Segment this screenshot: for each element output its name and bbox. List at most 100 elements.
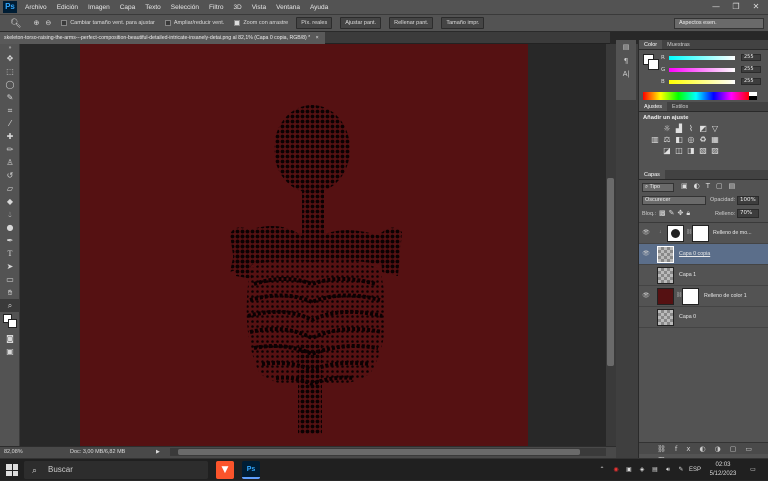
- curves-icon[interactable]: ⌇: [685, 123, 697, 134]
- healing-tool-icon[interactable]: ✚: [0, 130, 20, 143]
- layer-name[interactable]: Capa 0 copia: [679, 251, 710, 257]
- screen-mode-icon[interactable]: ▣: [0, 345, 20, 358]
- resize-windows-option[interactable]: Cambiar tamaño vent. para ajustar: [61, 20, 155, 26]
- workspace-select[interactable]: Aspectos esen.: [674, 18, 764, 29]
- canvas-area[interactable]: [20, 44, 606, 446]
- photo-filter-icon[interactable]: ◎: [685, 134, 697, 145]
- layer-row[interactable]: 👁︎ ⛓ Relleno de color 1: [639, 286, 768, 307]
- app-tray-icon[interactable]: ◉: [610, 459, 622, 481]
- eye-icon[interactable]: 👁︎: [641, 249, 651, 259]
- status-menu-icon[interactable]: ▶: [156, 447, 160, 458]
- menu-edicion[interactable]: Edición: [52, 4, 83, 11]
- lasso-tool-icon[interactable]: ◯: [0, 78, 20, 91]
- pen-tool-icon[interactable]: ✒: [0, 234, 20, 247]
- layer-row[interactable]: Capa 1: [639, 265, 768, 286]
- tab-swatches[interactable]: Muestras: [662, 40, 695, 49]
- collapse-toolbox-icon[interactable]: »: [0, 44, 20, 52]
- layer-name[interactable]: Capa 1: [679, 272, 696, 278]
- stamp-tool-icon[interactable]: ♙: [0, 156, 20, 169]
- posterize-icon[interactable]: ◫: [673, 145, 685, 156]
- dodge-tool-icon[interactable]: ●: [0, 221, 20, 234]
- network-icon[interactable]: ▤: [649, 459, 661, 481]
- vertical-scrollbar[interactable]: [606, 44, 616, 446]
- document-canvas[interactable]: [80, 44, 528, 446]
- tray-app2-icon[interactable]: ◈: [636, 459, 648, 481]
- quick-select-tool-icon[interactable]: ✎: [0, 91, 20, 104]
- tab-adjustments[interactable]: Ajustes: [639, 102, 668, 111]
- character-panel-icon[interactable]: A|: [616, 68, 636, 82]
- history-brush-tool-icon[interactable]: ↺: [0, 169, 20, 182]
- notifications-icon[interactable]: ▭: [744, 459, 762, 481]
- color-lookup-icon[interactable]: ▦: [709, 134, 721, 145]
- menu-3d[interactable]: 3D: [228, 4, 246, 11]
- eye-icon[interactable]: 👁︎: [641, 228, 651, 238]
- marquee-tool-icon[interactable]: ⬚: [0, 65, 20, 78]
- move-tool-icon[interactable]: ✥: [0, 52, 20, 65]
- taskbar-search[interactable]: ⌕ Buscar: [24, 461, 208, 479]
- document-tab[interactable]: skeleton-torso-raising-the-arms---perfec…: [0, 32, 325, 44]
- windows-start-icon[interactable]: [6, 464, 18, 476]
- layers-footer-icons[interactable]: ⛓fx◐◑▢▭🗑︎: [639, 442, 768, 465]
- selective-color-icon[interactable]: ▧: [697, 145, 709, 156]
- restore-button[interactable]: ❐: [726, 0, 746, 14]
- zoom-out-icon[interactable]: ⊖: [45, 19, 51, 27]
- close-window-button[interactable]: ✕: [746, 0, 766, 14]
- tab-layers[interactable]: Capas: [639, 170, 665, 179]
- vibrance-icon[interactable]: ▽: [709, 123, 721, 134]
- scrubby-zoom-checkbox[interactable]: [234, 20, 241, 26]
- quick-mask-icon[interactable]: ◙: [0, 332, 20, 345]
- print-size-button[interactable]: Tamaño impr.: [441, 17, 485, 29]
- lock-icons[interactable]: ▩✎✥🔒︎: [659, 209, 693, 218]
- layer-name[interactable]: Relleno de color 1: [704, 293, 747, 299]
- zoom-level[interactable]: 82,08%: [4, 447, 23, 458]
- horizontal-scrollbar[interactable]: [170, 448, 606, 456]
- menu-capa[interactable]: Capa: [115, 4, 141, 11]
- invert-icon[interactable]: ◪: [661, 145, 673, 156]
- close-tab-icon[interactable]: ×: [316, 35, 319, 41]
- gradient-map-icon[interactable]: ▨: [709, 145, 721, 156]
- red-value[interactable]: 255: [741, 54, 761, 61]
- clock[interactable]: 02:03 5/12/2023: [706, 461, 740, 479]
- red-slider[interactable]: R 255: [661, 54, 763, 63]
- history-panel-icon[interactable]: ▤: [616, 40, 636, 54]
- black-white-swatches[interactable]: [749, 92, 757, 100]
- brightness-icon[interactable]: ☼: [661, 123, 673, 134]
- color-spectrum[interactable]: [643, 92, 749, 100]
- path-select-tool-icon[interactable]: ➤: [0, 260, 20, 273]
- black-white-icon[interactable]: ◧: [673, 134, 685, 145]
- actual-pixels-button[interactable]: Píx. reales: [296, 17, 333, 29]
- horizontal-scroll-thumb[interactable]: [178, 449, 580, 455]
- eraser-tool-icon[interactable]: ▱: [0, 182, 20, 195]
- green-slider[interactable]: G 255: [661, 66, 763, 75]
- language-indicator[interactable]: ESP: [688, 459, 702, 481]
- eyedropper-tool-icon[interactable]: ⁄: [0, 117, 20, 130]
- layer-name[interactable]: Relleno de mo...: [713, 230, 752, 236]
- channel-mixer-icon[interactable]: ♻: [697, 134, 709, 145]
- blur-tool-icon[interactable]: 💧︎: [0, 208, 20, 221]
- brush-tool-icon[interactable]: ✏: [0, 143, 20, 156]
- opacity-field[interactable]: 100%: [737, 196, 759, 205]
- green-value[interactable]: 255: [741, 66, 761, 73]
- color-balance-icon[interactable]: ⚖: [661, 134, 673, 145]
- layer-filter-icons[interactable]: ▣◐T▢▤: [681, 182, 741, 190]
- layer-filter-select[interactable]: ⌕ Tipo: [642, 183, 674, 192]
- zoom-in-icon[interactable]: ⊕: [33, 19, 39, 27]
- blend-mode-select[interactable]: Oscurecer: [642, 196, 706, 205]
- menu-filtro[interactable]: Filtro: [204, 4, 228, 11]
- photoshop-taskbar-icon[interactable]: Ps: [242, 461, 260, 479]
- fill-field[interactable]: 70%: [737, 209, 759, 218]
- zoom-all-windows-option[interactable]: Ampliar/reducir vent.: [164, 20, 224, 26]
- hue-saturation-icon[interactable]: ▥: [649, 134, 661, 145]
- zoom-all-windows-checkbox[interactable]: [164, 20, 171, 26]
- eye-hidden-icon[interactable]: [641, 312, 651, 322]
- paragraph-panel-icon[interactable]: ¶: [616, 54, 636, 68]
- layer-row-selected[interactable]: 👁︎ Capa 0 copia: [639, 244, 768, 265]
- shape-tool-icon[interactable]: ▭: [0, 273, 20, 286]
- menu-ayuda[interactable]: Ayuda: [305, 4, 333, 11]
- fill-screen-button[interactable]: Rellenar pant.: [389, 17, 434, 29]
- levels-icon[interactable]: ▟: [673, 123, 685, 134]
- volume-icon[interactable]: 🔊︎: [662, 459, 674, 481]
- tab-color[interactable]: Color: [639, 40, 663, 49]
- eye-icon[interactable]: 👁︎: [641, 291, 651, 301]
- paint-bucket-tool-icon[interactable]: ◆: [0, 195, 20, 208]
